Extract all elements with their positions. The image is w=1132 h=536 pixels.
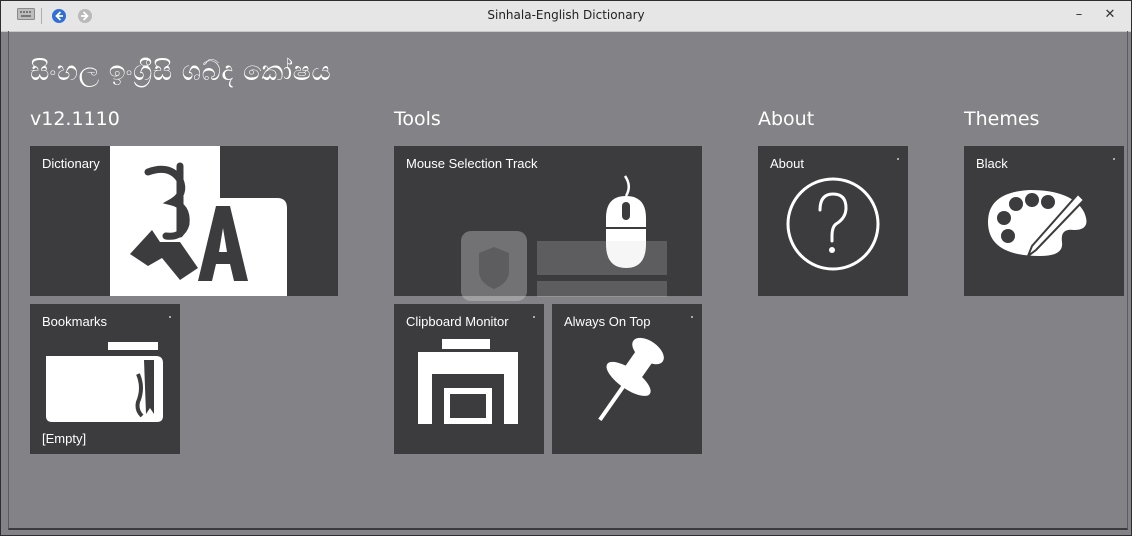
dictionary-tile[interactable]: Dictionary: [30, 146, 338, 296]
about-tile-label: About: [770, 156, 804, 171]
minimize-button[interactable]: –: [1068, 5, 1090, 25]
watermark-logo: [461, 231, 667, 301]
dictionary-tile-label: Dictionary: [42, 156, 100, 171]
always-on-top-tile-label: Always On Top: [564, 314, 651, 329]
black-theme-tile-label: Black: [976, 156, 1008, 171]
group-header-themes: Themes: [964, 108, 1040, 130]
bookmarks-tile[interactable]: Bookmarks [Empty]: [30, 304, 180, 454]
clipboard-monitor-tile[interactable]: Clipboard Monitor: [394, 304, 544, 454]
group-header-version: v12.1110: [30, 108, 120, 130]
app-heading: සිංහල ඉංග්‍රීසි ශබ්ද කෝෂය: [30, 56, 332, 87]
about-tile[interactable]: About: [758, 146, 908, 296]
title-bar: Sinhala-English Dictionary – ✕: [1, 1, 1131, 32]
bookmarks-count: [Empty]: [42, 431, 87, 446]
group-header-tools: Tools: [394, 108, 441, 130]
app-window: Sinhala-English Dictionary – ✕ සිංහල ඉංග…: [0, 0, 1132, 536]
always-on-top-tile[interactable]: Always On Top: [552, 304, 702, 454]
bookmarks-tile-label: Bookmarks: [42, 314, 108, 329]
clipboard-monitor-tile-label: Clipboard Monitor: [406, 314, 509, 329]
group-header-about: About: [758, 108, 815, 130]
close-button[interactable]: ✕: [1099, 5, 1121, 25]
window-title: Sinhala-English Dictionary: [487, 8, 645, 22]
black-theme-tile[interactable]: Black: [964, 146, 1124, 296]
mouse-selection-tile-label: Mouse Selection Track: [406, 156, 538, 171]
